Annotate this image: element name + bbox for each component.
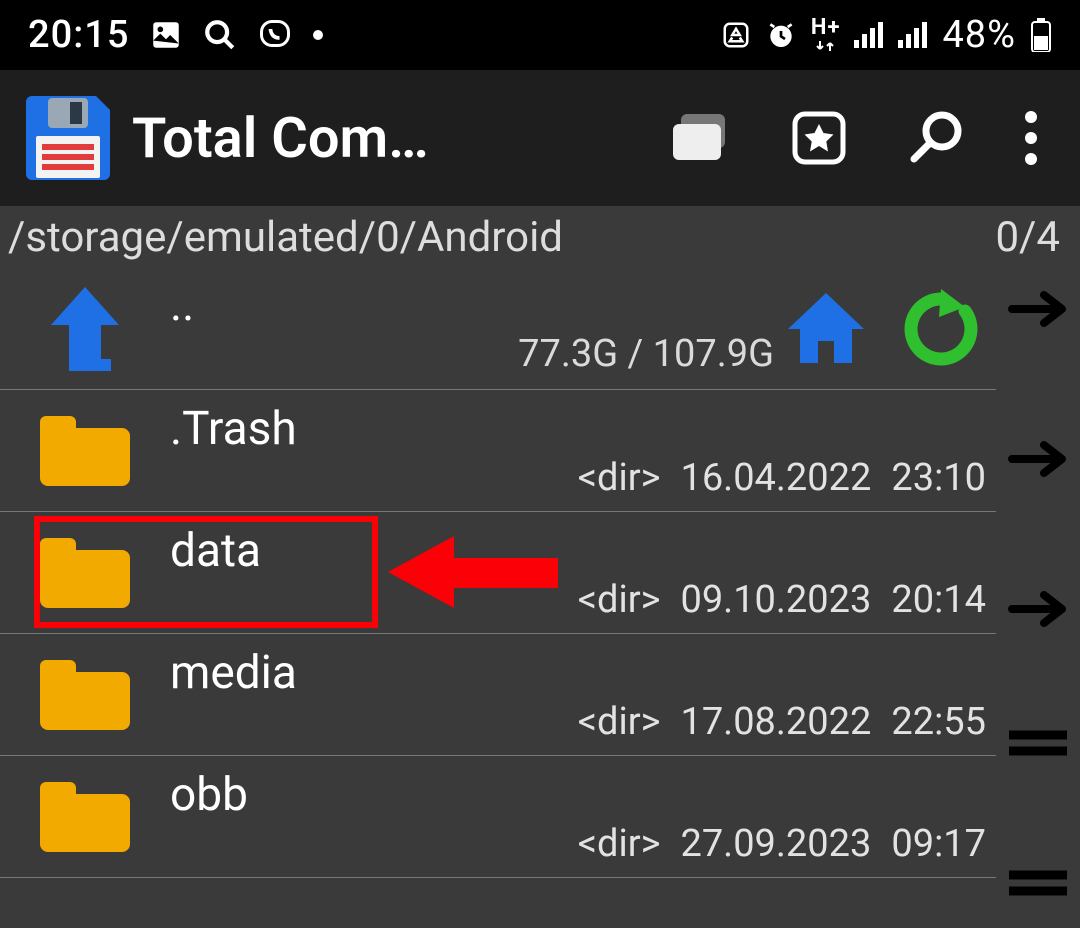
file-name: obb bbox=[170, 762, 986, 822]
file-meta: <dir> 27.09.2023 09:17 bbox=[578, 822, 986, 872]
gallery-icon bbox=[149, 18, 183, 52]
network-hplus-icon: H+ bbox=[811, 17, 841, 53]
file-meta: <dir> 09.10.2023 20:14 bbox=[578, 578, 986, 628]
folder-icon bbox=[0, 634, 170, 755]
file-name: .Trash bbox=[170, 396, 986, 456]
list-item[interactable]: obb <dir> 27.09.2023 09:17 bbox=[0, 756, 996, 878]
app-title: Total Com… bbox=[132, 105, 642, 171]
right-rail bbox=[996, 266, 1080, 926]
parent-dir-row[interactable]: .. 77.3G / 107.9G bbox=[0, 266, 996, 390]
home-button[interactable] bbox=[784, 286, 868, 370]
file-name: media bbox=[170, 640, 986, 700]
status-right: H+ 48% bbox=[721, 13, 1052, 57]
alarm-icon bbox=[765, 19, 797, 51]
app-floppy-icon bbox=[22, 92, 114, 184]
file-meta: <dir> 17.08.2022 22:55 bbox=[578, 700, 986, 750]
swap-panel-button[interactable] bbox=[1003, 584, 1073, 634]
path-bar[interactable]: /storage/emulated/0/Android 0/4 bbox=[0, 206, 1080, 266]
folder-icon bbox=[0, 756, 170, 877]
reload-button[interactable] bbox=[898, 286, 982, 370]
overflow-menu-button[interactable] bbox=[996, 88, 1066, 188]
folder-icon bbox=[0, 512, 170, 633]
app-title-bar: Total Com… bbox=[0, 70, 1080, 206]
equalize-panel-button[interactable] bbox=[1003, 718, 1073, 768]
list-item[interactable]: media <dir> 17.08.2022 22:55 bbox=[0, 634, 996, 756]
file-list: .. 77.3G / 107.9G .Trash <dir> 16 bbox=[0, 266, 996, 878]
equalize-panel-button[interactable] bbox=[1003, 858, 1073, 908]
battery-icon bbox=[1030, 18, 1052, 52]
folder-icon bbox=[0, 390, 170, 511]
app-actions bbox=[642, 88, 1066, 188]
status-left: 20:15 bbox=[28, 13, 323, 57]
bookmarks-button[interactable] bbox=[760, 88, 878, 188]
file-meta: <dir> 16.04.2022 23:10 bbox=[578, 456, 986, 506]
search-status-icon bbox=[203, 18, 237, 52]
status-clock: 20:15 bbox=[28, 13, 129, 57]
signal-1-icon bbox=[854, 22, 884, 48]
viber-icon bbox=[257, 17, 293, 53]
list-item[interactable]: data <dir> 09.10.2023 20:14 bbox=[0, 512, 996, 634]
more-notifications-dot bbox=[313, 30, 323, 40]
list-item[interactable]: .Trash <dir> 16.04.2022 23:10 bbox=[0, 390, 996, 512]
search-button[interactable] bbox=[878, 88, 996, 188]
battery-percentage: 48% bbox=[942, 13, 1016, 57]
signal-2-icon bbox=[898, 22, 928, 48]
swap-panel-button[interactable] bbox=[1003, 434, 1073, 484]
storage-usage: 77.3G / 107.9G bbox=[478, 332, 774, 384]
recycle-status-icon bbox=[721, 20, 751, 50]
selection-count: 0/4 bbox=[995, 213, 1060, 262]
file-name: data bbox=[170, 518, 986, 578]
android-status-bar: 20:15 H+ 48% bbox=[0, 0, 1080, 70]
parent-dir-label: .. bbox=[170, 272, 774, 332]
panels-button[interactable] bbox=[642, 88, 760, 188]
up-arrow-icon bbox=[0, 266, 170, 389]
current-path: /storage/emulated/0/Android bbox=[8, 213, 995, 262]
swap-panel-button[interactable] bbox=[1003, 284, 1073, 334]
